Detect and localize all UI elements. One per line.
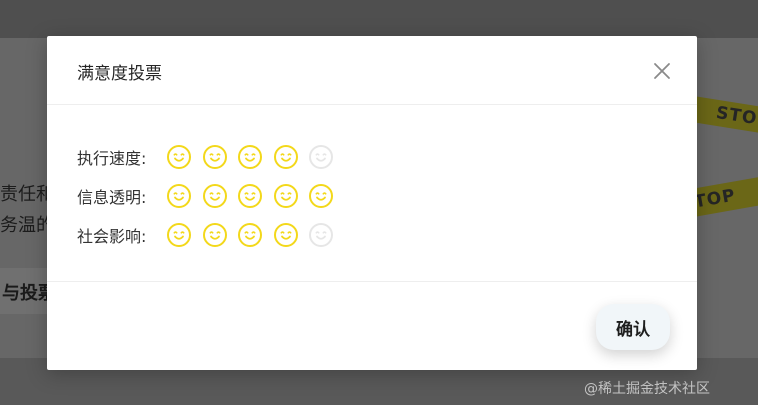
rating-label: 社会影响: <box>77 227 147 246</box>
smiley-face-icon[interactable] <box>202 222 228 248</box>
smiley-face-icon[interactable] <box>273 144 299 170</box>
background-text-line-1: 责任和 <box>0 184 54 205</box>
smiley-face-icon[interactable] <box>166 183 192 209</box>
smiley-face-icon[interactable] <box>202 183 228 209</box>
smiley-face-icon[interactable] <box>308 144 334 170</box>
dialog-header: 满意度投票 <box>47 36 697 105</box>
smiley-face-icon[interactable] <box>308 222 334 248</box>
dialog-title: 满意度投票 <box>77 64 162 84</box>
rating-row-social-impact: 社会影响: <box>77 221 344 249</box>
rating-row-info-transparency: 信息透明: <box>77 182 344 210</box>
smiley-face-icon[interactable] <box>273 222 299 248</box>
face-rating <box>166 144 344 170</box>
dialog-body: 执行速度: 信息透明: 社会影响: <box>47 105 697 281</box>
face-rating <box>166 222 344 248</box>
smiley-face-icon[interactable] <box>237 144 263 170</box>
smiley-face-icon[interactable] <box>237 183 263 209</box>
background-text-line-2: 务温的 <box>0 215 54 236</box>
smiley-face-icon[interactable] <box>237 222 263 248</box>
rating-row-execution-speed: 执行速度: <box>77 143 344 171</box>
confirm-button[interactable]: 确认 <box>596 304 670 350</box>
smiley-face-icon[interactable] <box>166 144 192 170</box>
smiley-face-icon[interactable] <box>308 183 334 209</box>
satisfaction-vote-dialog: 满意度投票 执行速度: 信息透明: 社会影响: 确认 <box>47 36 697 370</box>
close-icon <box>654 63 670 79</box>
smiley-face-icon[interactable] <box>273 183 299 209</box>
smiley-face-icon[interactable] <box>166 222 192 248</box>
rating-label: 执行速度: <box>77 149 147 168</box>
watermark: @稀土掘金技术社区 <box>584 381 710 397</box>
background-topbar <box>0 0 758 38</box>
rating-label: 信息透明: <box>77 188 147 207</box>
face-rating <box>166 183 344 209</box>
close-button[interactable] <box>649 58 675 84</box>
smiley-face-icon[interactable] <box>202 144 228 170</box>
dialog-footer: 确认 <box>47 281 697 371</box>
